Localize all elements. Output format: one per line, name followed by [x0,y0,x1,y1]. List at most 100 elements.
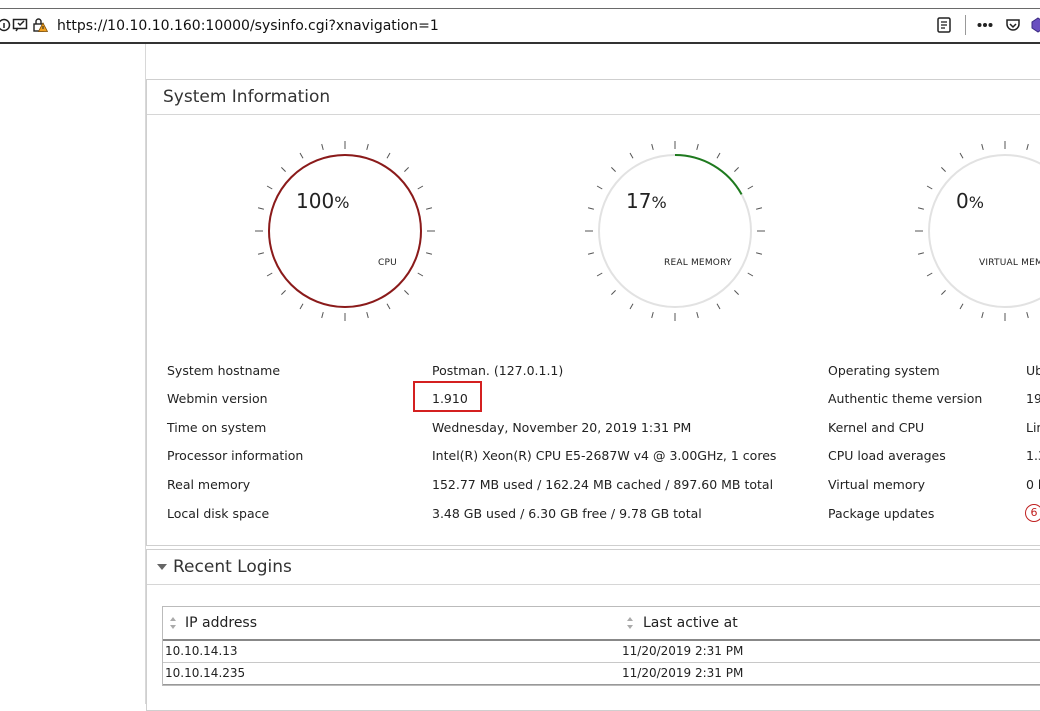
gauge-tick [716,303,721,310]
gauge-tick [266,185,273,190]
gauge-tick [981,312,984,319]
permissions-icon[interactable] [12,17,28,33]
sort-icon[interactable] [169,616,177,630]
gauge-tick [747,185,754,190]
time-on-system-label: Time on system [167,420,267,435]
gauge-tick [386,152,391,159]
url-text[interactable]: https://10.10.10.160:10000/sysinfo.cgi?x… [57,18,439,34]
collapse-caret-icon[interactable] [157,564,167,570]
gauge-tick [941,167,946,172]
gauge-tick [651,143,654,150]
virtual-memory-gauge-dial [915,141,1040,321]
gauge-tick [611,167,616,172]
real-memory-value: 152.77 MB used / 162.24 MB cached / 897.… [432,477,774,492]
kernel-and-cpu-label: Kernel and CPU [828,420,925,435]
gauge-tick [596,185,603,190]
processor-information-label: Processor information [167,448,304,463]
gauge-tick [629,152,634,159]
gauge-tick [281,167,286,172]
gauge-tick [696,143,699,150]
insecure-lock-warning-icon[interactable] [32,17,48,33]
gauge-tick [959,152,964,159]
gauge-tick [417,272,424,277]
gauge-value-arc [674,154,743,195]
gauge-tick [611,290,616,295]
pocket-icon[interactable] [1005,17,1021,33]
recent-logins-header[interactable]: Recent Logins [147,550,1040,585]
cpu-gauge: 100% CPU [251,137,439,325]
site-info-icon[interactable] [0,17,12,33]
gauge-tick [587,252,594,255]
browser-url-bar[interactable]: https://10.10.10.160:10000/sysinfo.cgi?x… [0,9,1040,44]
package-updates-badge[interactable]: 6 [1025,504,1040,522]
operating-system-label: Operating system [828,363,940,378]
gauge-tick [756,252,763,255]
recent-logins-table: IP address Last active at 10.10.14.13 11… [162,606,1040,686]
gauge-tick [266,272,273,277]
sort-icon[interactable] [626,616,634,630]
virtual-memory-gauge: 0% VIRTUAL MEM [915,141,1040,321]
cpu-load-averages-label: CPU load averages [828,448,946,463]
system-hostname-value: Postman. (127.0.1.1) [432,363,564,378]
gauge-tick [1026,312,1029,319]
virtual-memory-gauge-label: VIRTUAL MEM [979,258,1040,268]
table-row: 10.10.14.13 11/20/2019 2:31 PM [163,641,1040,663]
gauge-tick [257,252,264,255]
gauge-tick [281,290,286,295]
recent-logins-title: Recent Logins [173,557,292,577]
gauge-tick [716,152,721,159]
real-memory-gauge-label: REAL MEMORY [664,258,732,268]
webmin-version-highlight [413,381,482,412]
gauge-tick [1026,143,1029,150]
cpu-gauge-label: CPU [378,258,397,268]
gauge-tick [321,312,324,319]
real-memory-gauge: 17% REAL MEMORY [581,137,769,325]
gauge-tick [299,152,304,159]
toolbar-divider [965,15,966,35]
gauge-tick [926,272,933,277]
last-active-cell: 11/20/2019 2:31 PM [622,644,744,658]
last-active-cell: 11/20/2019 2:31 PM [622,666,744,680]
panel-title: System Information [163,87,331,107]
gauge-tick [629,303,634,310]
gauge-tick [959,303,964,310]
panel-header[interactable]: System Information [147,80,1040,115]
gauge-tick [587,207,594,210]
kernel-and-cpu-value: Lin [1026,420,1040,435]
package-updates-label: Package updates [828,506,935,521]
gauge-tick [426,252,433,255]
local-disk-space-label: Local disk space [167,506,270,521]
real-memory-gauge-value: 17% [626,189,667,213]
left-sidebar [0,44,146,704]
gauge-tick [426,207,433,210]
gauge-tick [651,312,654,319]
ip-address-cell: 10.10.14.235 [165,666,246,680]
gauge-track [928,154,1040,308]
time-on-system-value[interactable]: Wednesday, November 20, 2019 1:31 PM [432,420,691,435]
gauge-tick [917,252,924,255]
more-actions-icon[interactable] [977,17,993,33]
gauge-tick [756,207,763,210]
gauge-tick [747,272,754,277]
gauge-tick [404,290,409,295]
authentic-theme-version-label: Authentic theme version [828,391,983,406]
gauge-tick [734,167,739,172]
gauge-tick [917,207,924,210]
virtual-memory-value: 0 b [1026,477,1040,492]
reader-view-icon[interactable] [936,17,952,33]
gauge-tick [321,143,324,150]
cpu-gauge-dial [251,137,439,325]
column-header-last-active[interactable]: Last active at [643,615,738,631]
operating-system-value: Ub [1026,363,1040,378]
gauge-value-arc [268,154,422,308]
browser-top-strip [0,0,1040,9]
extension-icon[interactable] [1030,17,1040,33]
webmin-version-label: Webmin version [167,391,268,406]
real-memory-label: Real memory [167,477,251,492]
system-hostname-label: System hostname [167,363,281,378]
gauge-tick [926,185,933,190]
gauge-tick [734,290,739,295]
column-header-ip-address[interactable]: IP address [185,615,257,631]
virtual-memory-gauge-value: 0% [956,189,984,213]
gauge-tick [596,272,603,277]
